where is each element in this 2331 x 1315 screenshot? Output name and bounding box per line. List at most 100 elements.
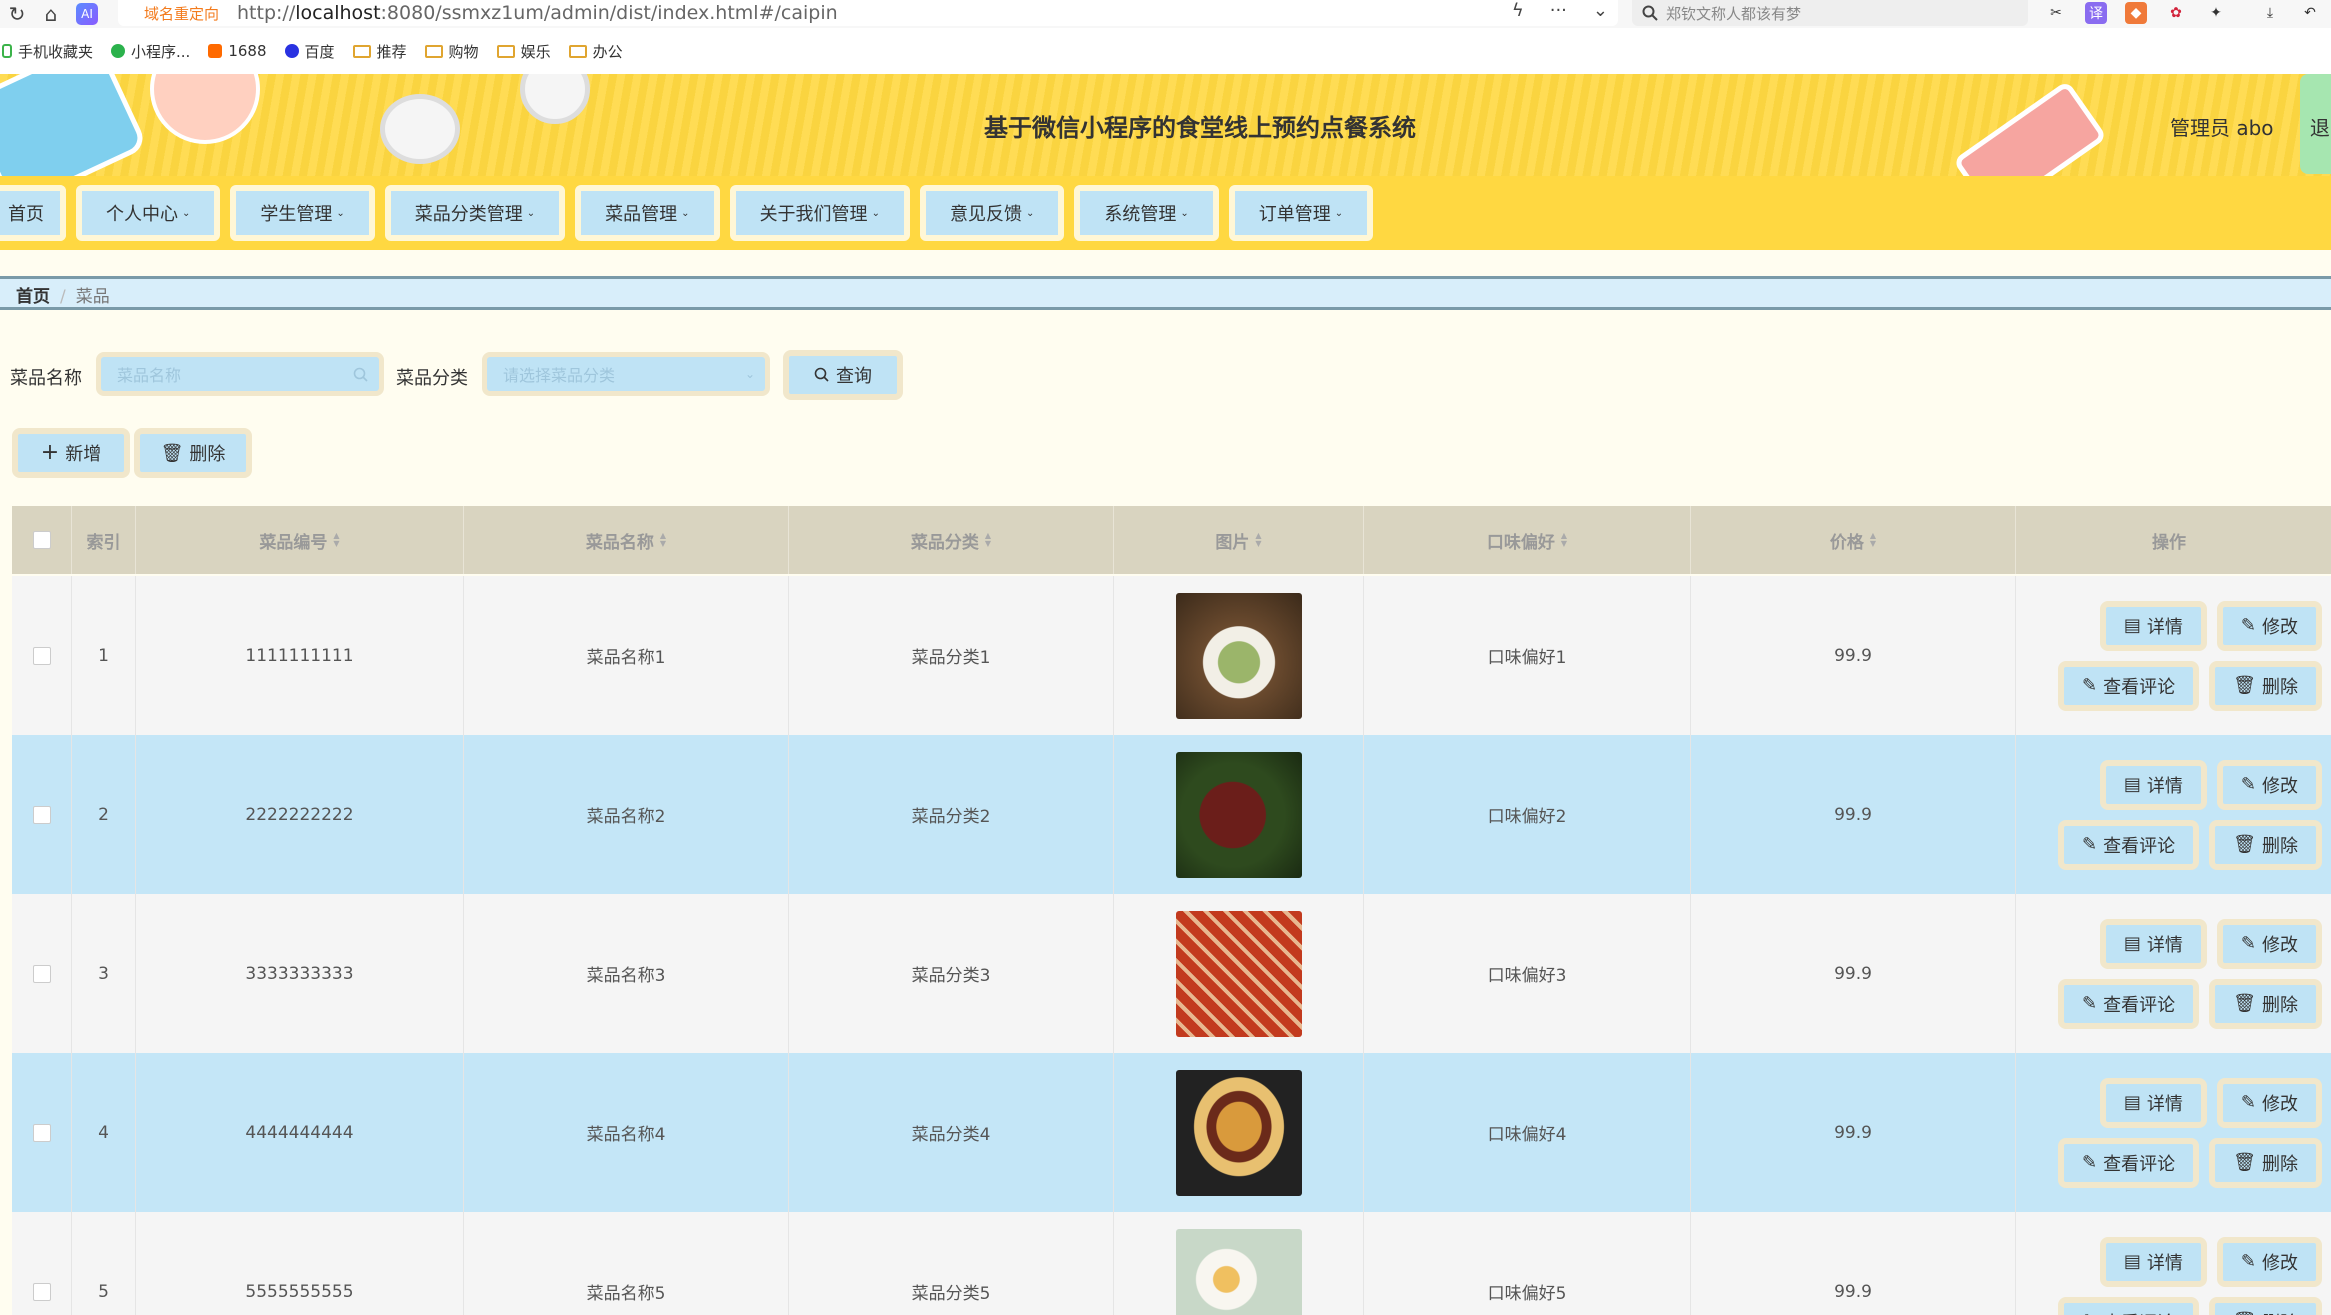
bookmark-folder-entertainment[interactable]: 娱乐 <box>496 41 551 62</box>
search-icon <box>814 367 829 382</box>
edit-button[interactable]: ✎ 修改 <box>2216 600 2322 651</box>
delete-button[interactable]: 🗑删除 <box>2209 1137 2322 1188</box>
view-comments-button[interactable]: ✎查看评论 <box>2058 819 2200 870</box>
scissors-icon[interactable]: ✂ <box>2045 2 2067 24</box>
table-header: 索引 菜品编号 ▲ ▼ 菜品名称 ▲ ▼ 菜品分类 ▲ ▼ 图片 ▲ ▼ 口味偏好 ▲ ▼ 价格 ▲ ▼… <box>12 506 2331 574</box>
translate-icon[interactable]: 译 <box>2085 2 2107 24</box>
col-taste[interactable]: 口味偏好 ▲ ▼ <box>1364 506 1691 574</box>
dish-category: 菜品分类3 <box>911 966 991 986</box>
view-comments-button[interactable]: ✎查看评论 <box>2058 1137 2200 1188</box>
delete-button[interactable]: 🗑删除 <box>2209 978 2322 1029</box>
dish-image[interactable] <box>1175 592 1302 719</box>
pencil-icon: ✎ <box>2240 615 2256 636</box>
menu-order-management[interactable]: 订单管理 ⌄ <box>1228 185 1374 241</box>
table-cell <box>12 1053 72 1212</box>
reload-icon[interactable]: ↻ <box>0 2 34 26</box>
url-text[interactable]: http://localhost:8080/ssmxz1um/admin/dis… <box>237 2 838 24</box>
edit-button[interactable]: ✎ 修改 <box>2216 1077 2322 1128</box>
menu-dish-category-management[interactable]: 菜品分类管理 ⌄ <box>384 185 566 241</box>
col-price[interactable]: 价格 ▲ ▼ <box>1691 506 2016 574</box>
col-category[interactable]: 菜品分类 ▲ ▼ <box>789 506 1114 574</box>
row-checkbox[interactable] <box>32 1123 51 1142</box>
view-comments-button[interactable]: ✎查看评论 <box>2058 660 2200 711</box>
add-button[interactable]: + 新增 <box>12 428 130 478</box>
bookmark-folder-office[interactable]: 办公 <box>568 41 623 62</box>
dish-code: 2222222222 <box>245 804 354 825</box>
batch-delete-button[interactable]: 🗑 删除 <box>134 428 252 478</box>
menu-about-management[interactable]: 关于我们管理 ⌄ <box>729 185 910 241</box>
pencil-icon: ✎ <box>2082 1311 2097 1315</box>
row-checkbox[interactable] <box>32 805 51 824</box>
dish-image[interactable] <box>1175 910 1302 1037</box>
home-icon[interactable]: ⌂ <box>34 2 68 26</box>
menu-home[interactable]: 首页 <box>0 185 66 241</box>
sort-icon[interactable]: ▲ ▼ <box>1255 532 1261 548</box>
bookmark-1688[interactable]: 1688 <box>208 42 267 60</box>
view-comments-button[interactable]: ✎查看评论 <box>2058 978 2200 1029</box>
chevron-down-icon: ⌄ <box>526 207 536 219</box>
extensions-icon[interactable]: ✦ <box>2205 2 2227 24</box>
breadcrumb-home[interactable]: 首页 <box>16 287 50 307</box>
edit-button[interactable]: ✎ 修改 <box>2216 918 2322 969</box>
table-cell: 2222222222 <box>136 735 464 894</box>
detail-button[interactable]: ▤ 详情 <box>2099 1236 2207 1287</box>
detail-button[interactable]: ▤ 详情 <box>2099 1077 2207 1128</box>
flower-icon[interactable]: ✿ <box>2165 2 2187 24</box>
chevron-down-icon[interactable]: ⌄ <box>1593 0 1608 21</box>
trash-icon: 🗑 <box>2233 993 2256 1014</box>
browser-search-box[interactable]: 郑钦文称人都该有梦 <box>1632 0 2028 26</box>
bookmark-folder-recommend[interactable]: 推荐 <box>352 41 407 62</box>
dish-category-select[interactable]: 请选择菜品分类 ⌄ <box>482 352 770 396</box>
table-cell: ▤详情 ✎修改 ✎查看评论 🗑删除 <box>2016 1212 2322 1315</box>
menu-feedback[interactable]: 意见反馈 ⌄ <box>919 185 1065 241</box>
table-cell: 口味偏好3 <box>1364 894 1691 1053</box>
detail-button[interactable]: ▤ 详情 <box>2099 600 2207 651</box>
menu-personal-center[interactable]: 个人中心 ⌄ <box>76 185 221 241</box>
row-index: 4 <box>98 1122 109 1143</box>
edit-button[interactable]: ✎ 修改 <box>2216 759 2322 810</box>
detail-button[interactable]: ▤ 详情 <box>2099 918 2207 969</box>
undo-icon[interactable]: ↶ <box>2299 2 2321 24</box>
more-icon[interactable]: ··· <box>1550 0 1567 21</box>
row-index: 2 <box>98 804 109 825</box>
edit-button[interactable]: ✎ 修改 <box>2216 1236 2322 1287</box>
sort-icon[interactable]: ▲ ▼ <box>1561 532 1567 548</box>
dish-name-input[interactable]: 菜品名称 <box>96 352 384 396</box>
select-all-cell <box>12 506 72 574</box>
menu-system-management[interactable]: 系统管理 ⌄ <box>1074 185 1219 241</box>
row-checkbox[interactable] <box>32 964 51 983</box>
menu-student-management[interactable]: 学生管理 ⌄ <box>230 185 375 241</box>
download-icon[interactable]: ⤓ <box>2259 2 2281 24</box>
sort-icon[interactable]: ▲ ▼ <box>660 532 666 548</box>
bookmark-baidu[interactable]: 百度 <box>284 41 335 62</box>
row-checkbox[interactable] <box>32 646 51 665</box>
row-checkbox[interactable] <box>32 1282 51 1301</box>
query-button[interactable]: 查询 <box>783 350 903 400</box>
delete-button[interactable]: 🗑删除 <box>2209 819 2322 870</box>
dish-image[interactable] <box>1175 751 1302 878</box>
bookmark-miniprogram[interactable]: 小程序... <box>111 41 190 62</box>
logout-link[interactable]: 退出 <box>2310 116 2331 140</box>
table-cell: 菜品名称3 <box>464 894 789 1053</box>
game-icon[interactable]: ◆ <box>2125 2 2147 24</box>
detail-button[interactable]: ▤ 详情 <box>2099 759 2207 810</box>
dish-image[interactable] <box>1175 1228 1302 1315</box>
sort-icon[interactable]: ▲ ▼ <box>1870 532 1876 548</box>
lightning-icon[interactable]: ϟ <box>1512 0 1524 21</box>
sort-icon[interactable]: ▲ ▼ <box>985 532 991 548</box>
table-cell: ▤详情 ✎修改 ✎查看评论 🗑删除 <box>2016 894 2322 1053</box>
bookmark-mobile[interactable]: 手机收藏夹 <box>2 41 93 62</box>
dish-image[interactable] <box>1175 1069 1302 1196</box>
sort-icon[interactable]: ▲ ▼ <box>333 532 339 548</box>
bookmark-folder-shopping[interactable]: 购物 <box>424 41 479 62</box>
col-code[interactable]: 菜品编号 ▲ ▼ <box>136 506 464 574</box>
col-image[interactable]: 图片 ▲ ▼ <box>1114 506 1364 574</box>
select-all-checkbox[interactable] <box>32 531 51 549</box>
address-bar[interactable]: 域名重定向 http://localhost:8080/ssmxz1um/adm… <box>118 0 1618 26</box>
delete-button[interactable]: 🗑删除 <box>2209 660 2322 711</box>
view-comments-button[interactable]: ✎查看评论 <box>2058 1296 2200 1315</box>
ai-icon[interactable]: AI <box>76 3 98 25</box>
menu-dish-management[interactable]: 菜品管理 ⌄ <box>575 185 720 241</box>
col-name[interactable]: 菜品名称 ▲ ▼ <box>464 506 789 574</box>
delete-button[interactable]: 🗑删除 <box>2209 1296 2322 1315</box>
